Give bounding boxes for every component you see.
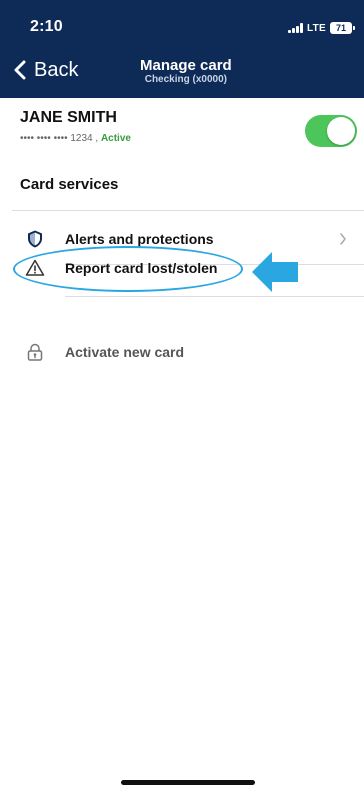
toggle-knob [327, 117, 355, 145]
card-meta: •••• •••• •••• 1234 , Active [20, 132, 131, 146]
home-indicator[interactable] [121, 780, 255, 785]
status-time: 2:10 [30, 18, 63, 35]
service-label: Activate new card [65, 344, 185, 360]
back-button[interactable]: Back [14, 56, 78, 84]
warning-triangle-icon [25, 259, 45, 276]
network-type: LTE [306, 22, 326, 34]
section-title: Card services [20, 176, 119, 193]
page-title: Manage card [140, 57, 232, 74]
padlock-icon [27, 343, 43, 361]
card-holder-info: JANE SMITH •••• •••• •••• 1234 , Active [20, 108, 131, 146]
divider [65, 296, 364, 297]
account-subtitle: Checking (x0000) [144, 74, 227, 85]
card-enabled-toggle[interactable] [305, 115, 357, 147]
battery-icon: 71 [330, 22, 355, 34]
app-header: 2:10 LTE 71 Back Manage card Checking (x… [0, 0, 364, 98]
chevron-left-icon [14, 60, 26, 80]
nav-title-block: Manage card Checking (x0000) [140, 58, 232, 86]
back-label: Back [34, 58, 79, 81]
service-label: Report card lost/stolen [65, 260, 218, 276]
cellular-signal-icon [287, 23, 303, 33]
card-status: Active [100, 133, 131, 144]
status-indicators: LTE 71 [287, 21, 355, 35]
meta-separator: , [92, 133, 101, 144]
masked-card-number: •••• •••• •••• 1234 [20, 133, 93, 144]
service-report-lost-stolen[interactable]: Report card lost/stolen [0, 243, 364, 293]
service-activate-new-card[interactable]: Activate new card [0, 327, 364, 377]
card-holder-name: JANE SMITH [20, 109, 117, 126]
divider [12, 210, 364, 211]
